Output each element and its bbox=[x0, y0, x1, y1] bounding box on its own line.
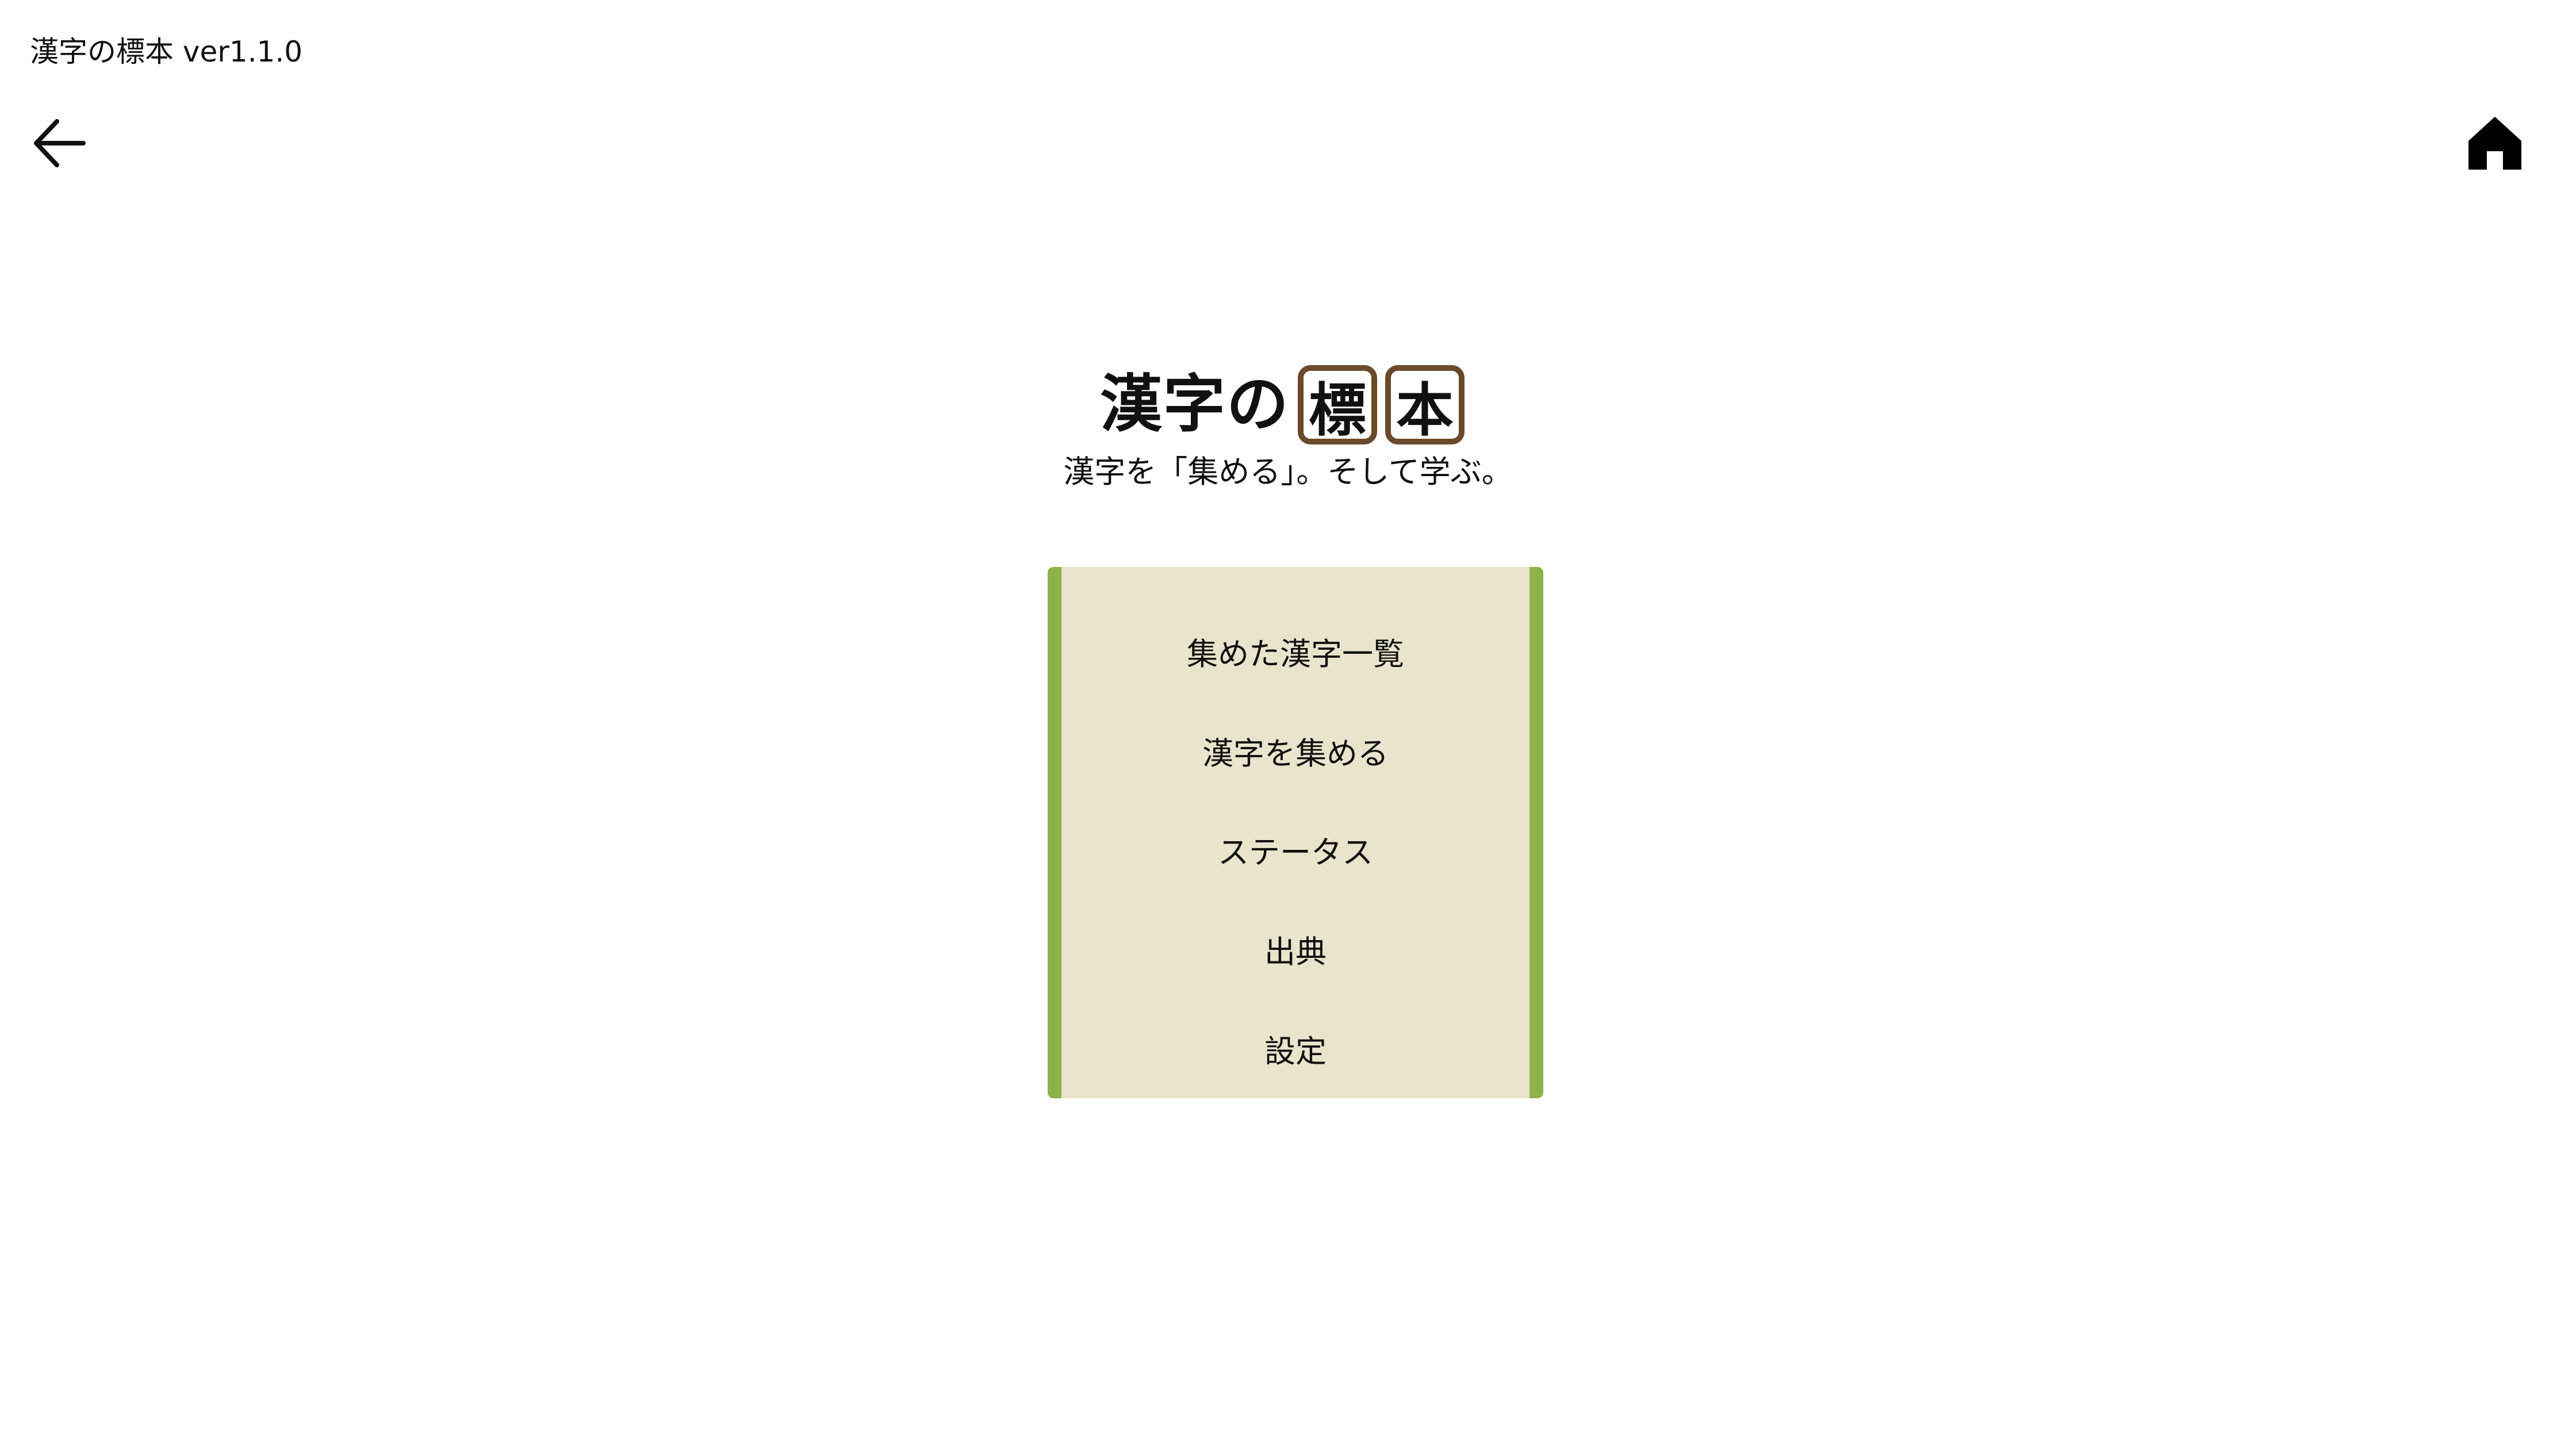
home-icon bbox=[2466, 114, 2524, 174]
app-screen: 漢字の標本 ver1.1.0 漢字の 標 本 漢字を「集める」。そして学ぶ。 集… bbox=[0, 0, 2576, 1449]
logo-boxed-char: 本 bbox=[1385, 365, 1465, 444]
menu-item-status[interactable]: ステータス bbox=[1061, 800, 1529, 900]
menu-item-collect-kanji[interactable]: 漢字を集める bbox=[1061, 701, 1529, 800]
tagline: 漢字を「集める」。そして学ぶ。 bbox=[1063, 454, 1513, 490]
menu-item-sources[interactable]: 出典 bbox=[1061, 899, 1529, 999]
home-button[interactable] bbox=[2463, 113, 2527, 176]
menu-item-collected-kanji-list[interactable]: 集めた漢字一覧 bbox=[1061, 601, 1529, 701]
logo-text: 漢字の bbox=[1099, 369, 1290, 440]
menu-item-settings[interactable]: 設定 bbox=[1061, 999, 1529, 1098]
app-logo: 漢字の 標 本 bbox=[0, 359, 2576, 451]
arrow-left-icon bbox=[30, 114, 88, 174]
logo-boxed-char: 標 bbox=[1298, 365, 1377, 444]
main-menu: 集めた漢字一覧 漢字を集める ステータス 出典 設定 bbox=[1048, 567, 1543, 1098]
app-version-label: 漢字の標本 ver1.1.0 bbox=[30, 35, 303, 68]
back-button[interactable] bbox=[28, 113, 91, 176]
